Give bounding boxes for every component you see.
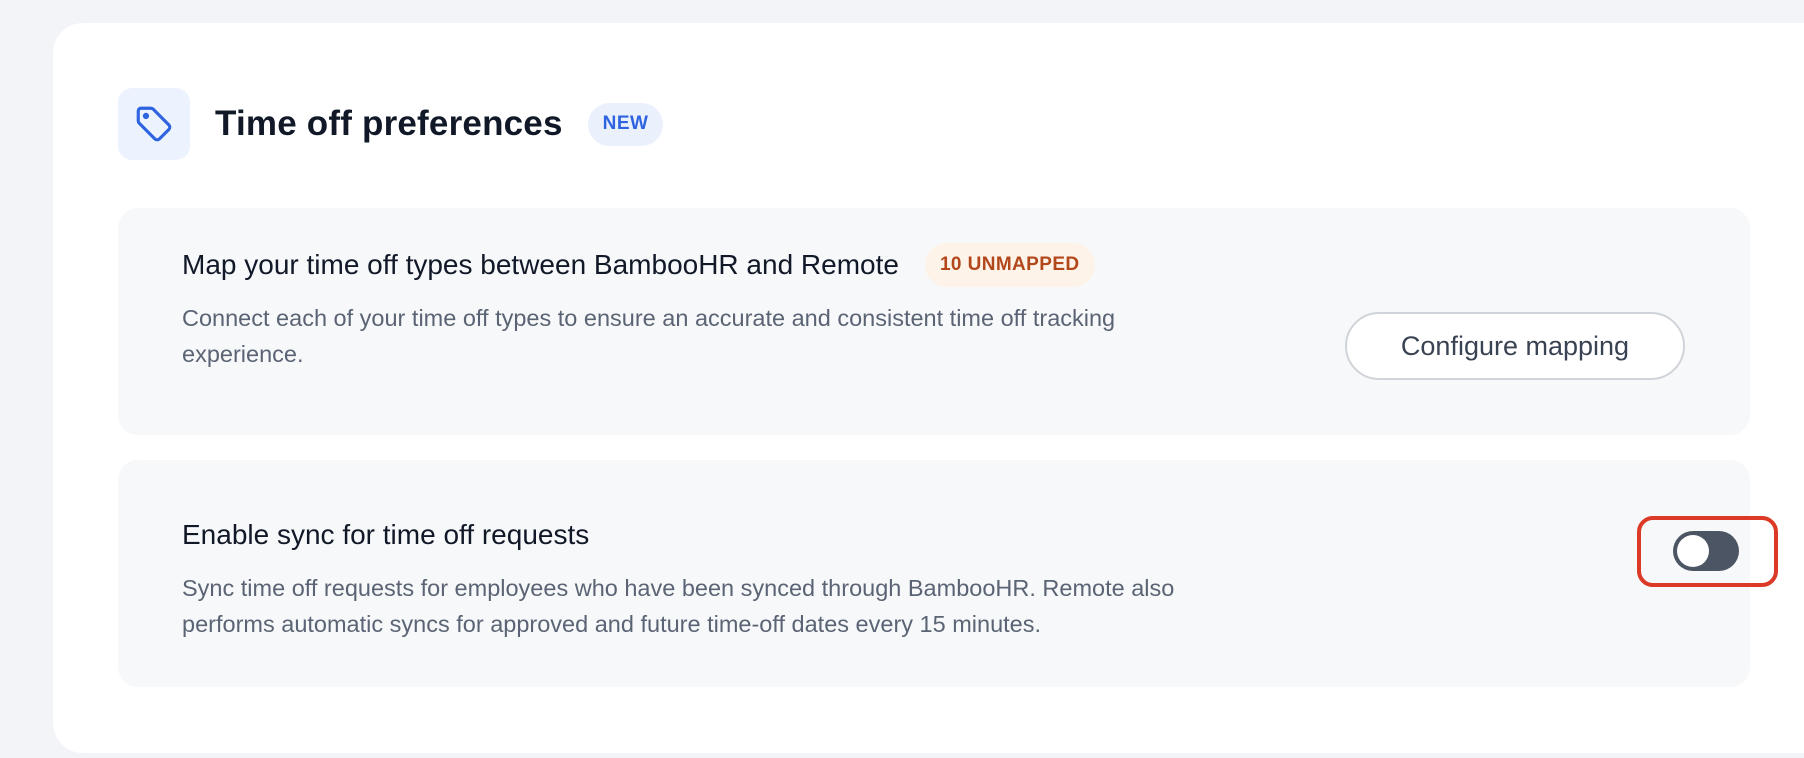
sync-toggle[interactable]: [1673, 531, 1739, 571]
time-off-preferences-card: Time off preferences NEW Map your time o…: [53, 23, 1804, 753]
tag-icon: [118, 88, 190, 160]
sync-description: Sync time off requests for employees who…: [182, 575, 1175, 637]
section-header: Time off preferences NEW: [118, 88, 664, 160]
mapping-panel: Map your time off types between BambooHR…: [118, 208, 1750, 435]
new-badge: NEW: [587, 102, 664, 146]
mapping-title: Map your time off types between BambooHR…: [182, 249, 899, 280]
mapping-description: Connect each of your time off types to e…: [182, 305, 1116, 367]
configure-mapping-button[interactable]: Configure mapping: [1345, 312, 1685, 380]
sync-title-row: Enable sync for time off requests: [182, 512, 589, 558]
mapping-title-row: Map your time off types between BambooHR…: [182, 242, 1095, 288]
toggle-knob: [1677, 535, 1709, 567]
sync-title: Enable sync for time off requests: [182, 519, 590, 550]
page-title: Time off preferences: [215, 104, 563, 143]
unmapped-count-badge: 10 UNMAPPED: [924, 243, 1095, 287]
sync-panel: Enable sync for time off requests Sync t…: [118, 460, 1778, 687]
